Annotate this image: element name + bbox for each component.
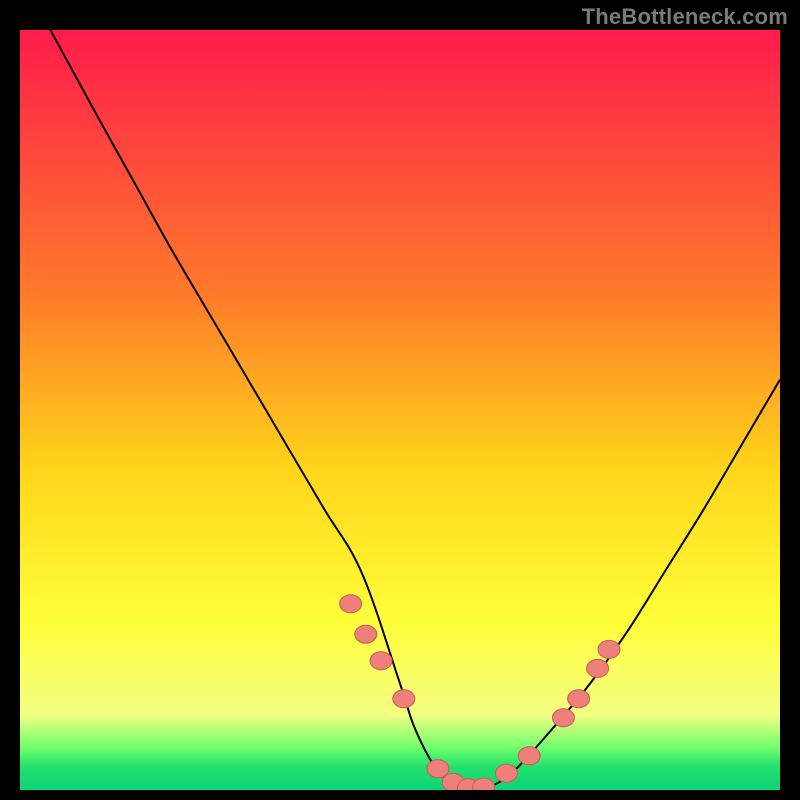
data-marker	[495, 764, 517, 782]
data-marker	[340, 595, 362, 613]
gradient-background	[20, 30, 780, 790]
data-marker	[552, 709, 574, 727]
data-marker	[355, 625, 377, 643]
data-marker	[598, 640, 620, 658]
bottleneck-chart	[20, 30, 780, 790]
watermark-text: TheBottleneck.com	[582, 4, 788, 30]
data-marker	[427, 760, 449, 778]
chart-container: TheBottleneck.com	[0, 0, 800, 800]
data-marker	[370, 652, 392, 670]
data-marker	[568, 690, 590, 708]
data-marker	[518, 747, 540, 765]
data-marker	[393, 690, 415, 708]
data-marker	[587, 659, 609, 677]
